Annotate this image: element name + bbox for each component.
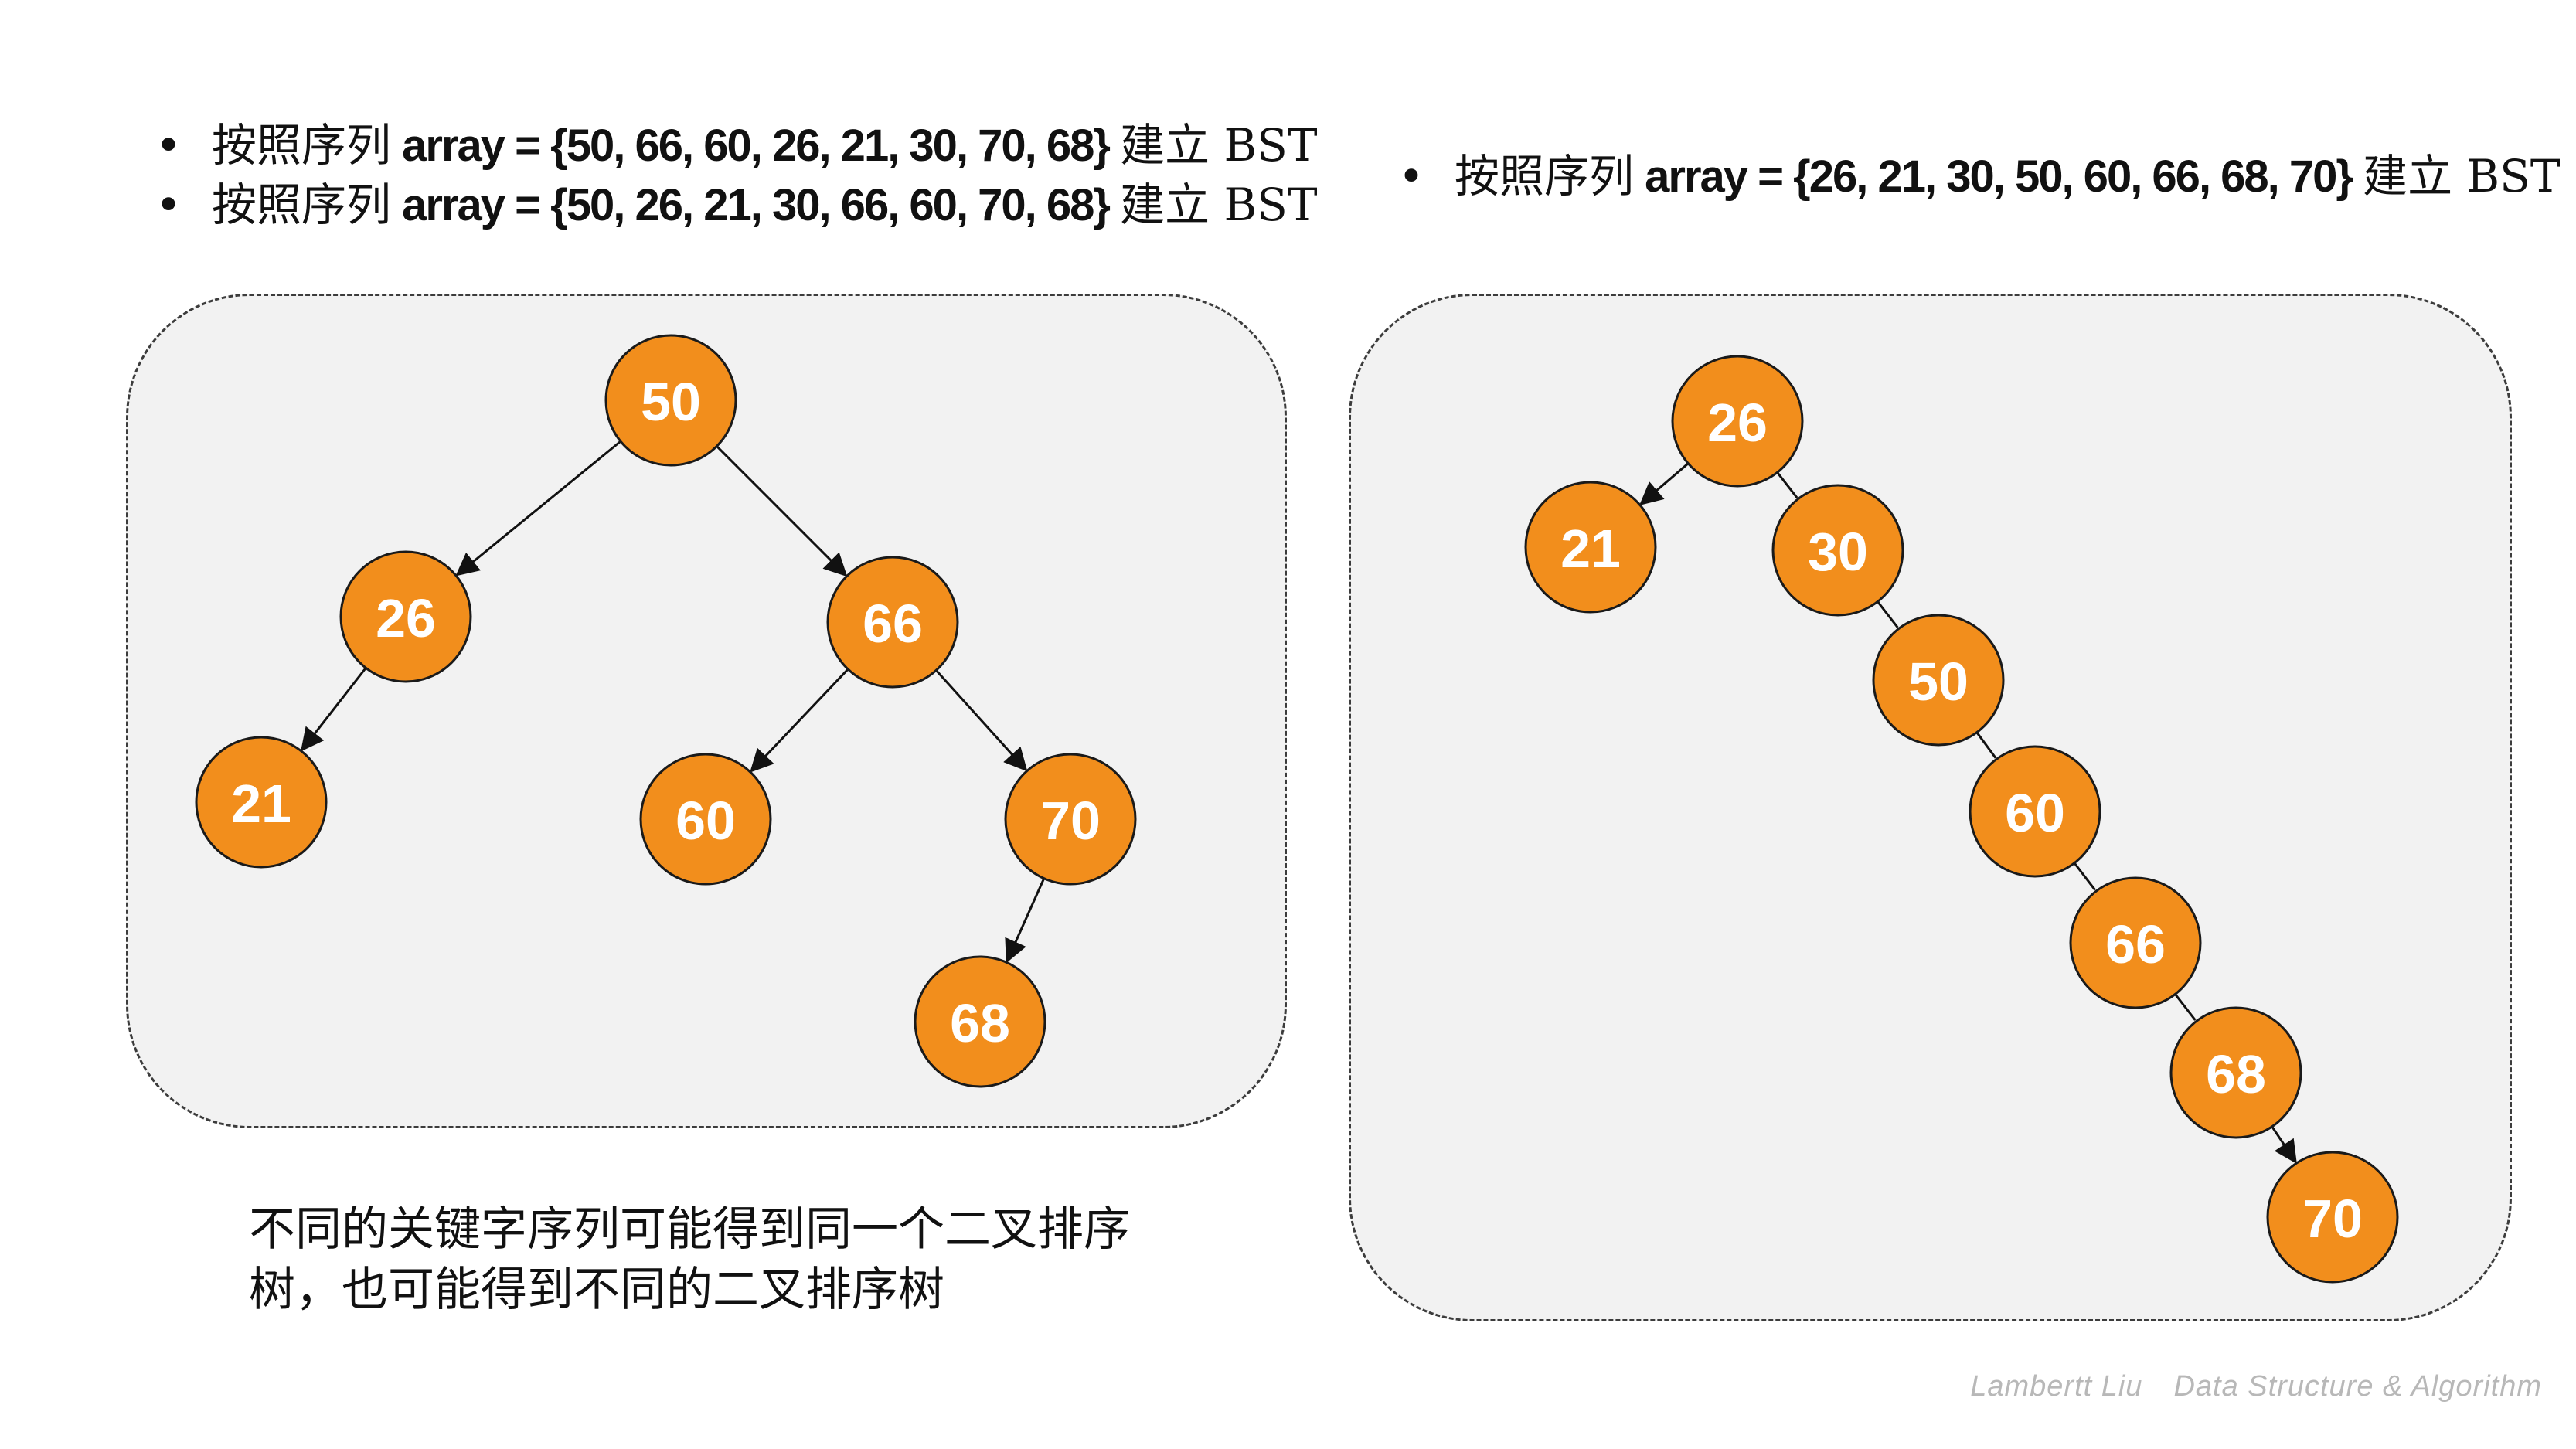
tree-edge-60-66 bbox=[2073, 862, 2096, 891]
watermark-topic: Data Structure & Algorithm bbox=[2173, 1370, 2542, 1403]
tree-node-26: 26 bbox=[339, 550, 472, 683]
tree-node-70: 70 bbox=[1004, 753, 1137, 886]
tree-node-label: 68 bbox=[950, 993, 1010, 1053]
tree-node-label: 66 bbox=[2105, 914, 2166, 975]
tree-node-68: 68 bbox=[2169, 1006, 2302, 1139]
tree-node-label: 60 bbox=[675, 791, 736, 851]
tree-edge-66-68 bbox=[2174, 993, 2197, 1021]
tree-edge-66-70 bbox=[935, 669, 1028, 772]
tree-node-66: 66 bbox=[826, 556, 959, 689]
tree-node-label: 21 bbox=[1560, 519, 1621, 579]
watermark: Lambertt Liu Data Structure & Algorithm bbox=[1970, 1370, 2542, 1403]
tree-node-label: 26 bbox=[1707, 393, 1768, 453]
tree-edge-26-21 bbox=[301, 667, 367, 752]
caption-line-2: 树，也可能得到不同的二叉排序树 bbox=[249, 1263, 944, 1317]
tree-node-26: 26 bbox=[1671, 355, 1804, 488]
nodes-layer: 50 26 66 21 60 70 68 26 21 30 50 60 66 68 70 bbox=[195, 334, 2399, 1284]
tree-node-21: 21 bbox=[195, 736, 328, 869]
tree-node-60: 60 bbox=[1969, 745, 2101, 878]
tree-node-label: 50 bbox=[641, 372, 701, 432]
tree-node-label: 30 bbox=[1808, 522, 1868, 582]
watermark-author: Lambertt Liu bbox=[1970, 1370, 2143, 1403]
tree-node-label: 66 bbox=[863, 594, 923, 654]
tree-edge-70-68 bbox=[1005, 878, 1046, 964]
tree-node-label: 68 bbox=[2206, 1044, 2266, 1104]
tree-edge-68-70 bbox=[2271, 1126, 2297, 1164]
tree-edge-30-50 bbox=[1877, 600, 1899, 628]
tree-node-50: 50 bbox=[604, 334, 737, 467]
tree-edge-26-30 bbox=[1776, 471, 1798, 499]
tree-edge-50-26 bbox=[455, 440, 621, 577]
tree-node-66: 66 bbox=[2069, 876, 2202, 1009]
tree-node-21: 21 bbox=[1524, 481, 1657, 614]
tree-node-label: 60 bbox=[2005, 783, 2065, 843]
tree-node-68: 68 bbox=[914, 955, 1046, 1088]
tree-node-50: 50 bbox=[1872, 614, 2005, 747]
tree-edge-50-60 bbox=[1975, 731, 1997, 759]
caption: 不同的关键字序列可能得到同一个二叉排序 树，也可能得到不同的二叉排序树 bbox=[249, 1199, 1254, 1320]
tree-edge-26-21 bbox=[1638, 462, 1690, 505]
tree-node-label: 21 bbox=[231, 774, 291, 834]
tree-node-70: 70 bbox=[2266, 1151, 2399, 1284]
tree-edge-50-66 bbox=[716, 445, 848, 577]
tree-node-60: 60 bbox=[639, 753, 772, 886]
caption-line-1: 不同的关键字序列可能得到同一个二叉排序 bbox=[249, 1202, 1130, 1257]
tree-node-label: 26 bbox=[376, 588, 436, 648]
tree-node-label: 50 bbox=[1908, 651, 1969, 712]
tree-edge-66-60 bbox=[750, 668, 849, 773]
tree-node-label: 70 bbox=[2302, 1189, 2363, 1249]
tree-node-30: 30 bbox=[1771, 484, 1904, 617]
tree-node-label: 70 bbox=[1040, 791, 1101, 851]
